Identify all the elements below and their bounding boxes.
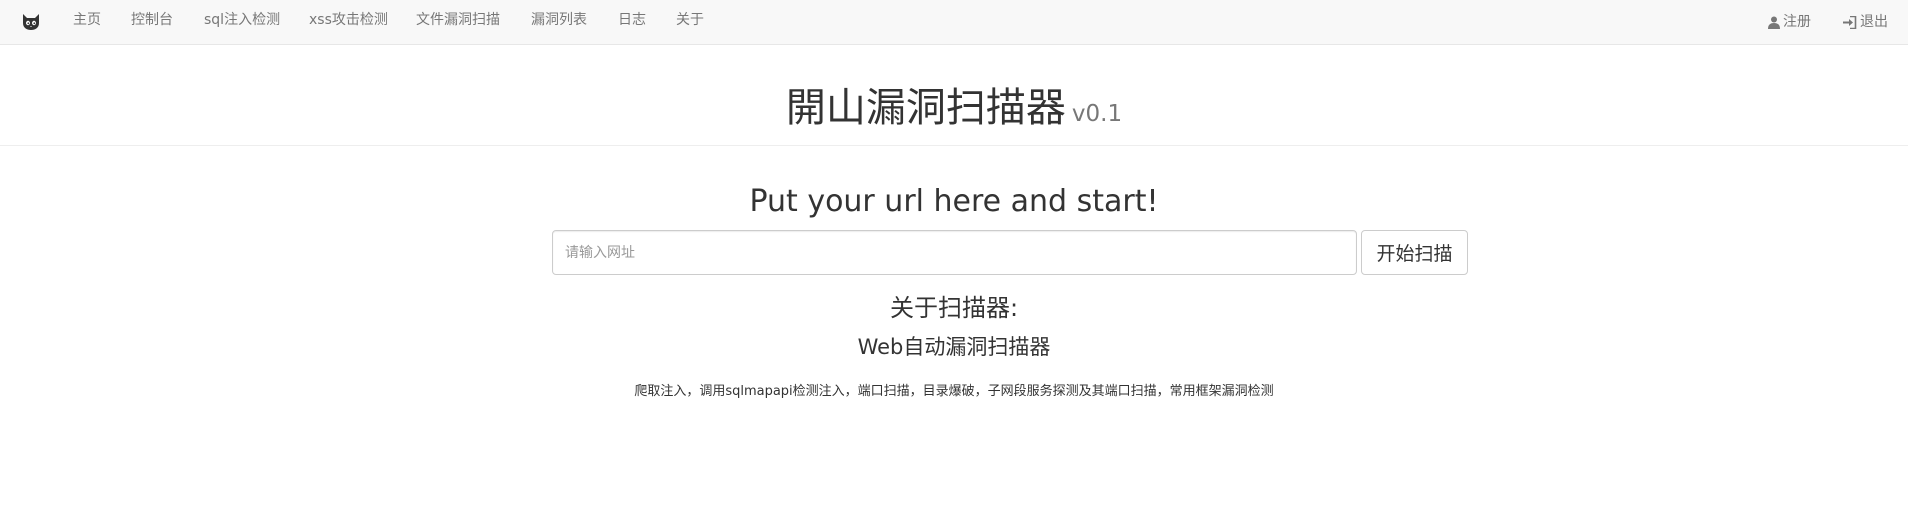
about-subtitle: Web自动漏洞扫描器 xyxy=(857,335,1051,359)
log-in-icon xyxy=(1843,16,1857,29)
nav-item-file-scan[interactable]: 文件漏洞扫描 xyxy=(416,0,500,45)
register-link[interactable]: 注册 xyxy=(1768,0,1811,45)
title-text: 開山漏洞扫描器 xyxy=(785,85,1066,131)
version-label: v0.1 xyxy=(1071,101,1123,127)
logout-label: 退出 xyxy=(1860,14,1888,30)
start-scan-button[interactable]: 开始扫描 xyxy=(1361,230,1468,275)
about-description: 爬取注入，调用sqlmapapi检测注入，端口扫描，目录爆破，子网段服务探测及其… xyxy=(634,384,1274,399)
url-input[interactable] xyxy=(552,230,1357,275)
scan-heading: Put your url here and start! xyxy=(749,184,1159,219)
top-navbar: 主页 控制台 sql注入检测 xss攻击检测 文件漏洞扫描 漏洞列表 日志 关于… xyxy=(0,0,1908,45)
nav-item-vuln-list[interactable]: 漏洞列表 xyxy=(531,0,587,45)
logout-link[interactable]: 退出 xyxy=(1843,0,1888,45)
nav-item-home[interactable]: 主页 xyxy=(73,0,101,45)
nav-item-logs[interactable]: 日志 xyxy=(618,0,646,45)
user-icon xyxy=(1768,16,1780,29)
cat-logo-icon[interactable] xyxy=(19,11,43,33)
page-title: 開山漏洞扫描器 v0.1 xyxy=(0,84,1908,138)
nav-item-about[interactable]: 关于 xyxy=(676,0,704,45)
nav-item-console[interactable]: 控制台 xyxy=(131,0,173,45)
nav-item-sql-injection[interactable]: sql注入检测 xyxy=(204,0,280,45)
register-label: 注册 xyxy=(1783,14,1811,30)
nav-item-xss[interactable]: xss攻击检测 xyxy=(309,0,388,45)
about-title: 关于扫描器: xyxy=(889,294,1019,322)
